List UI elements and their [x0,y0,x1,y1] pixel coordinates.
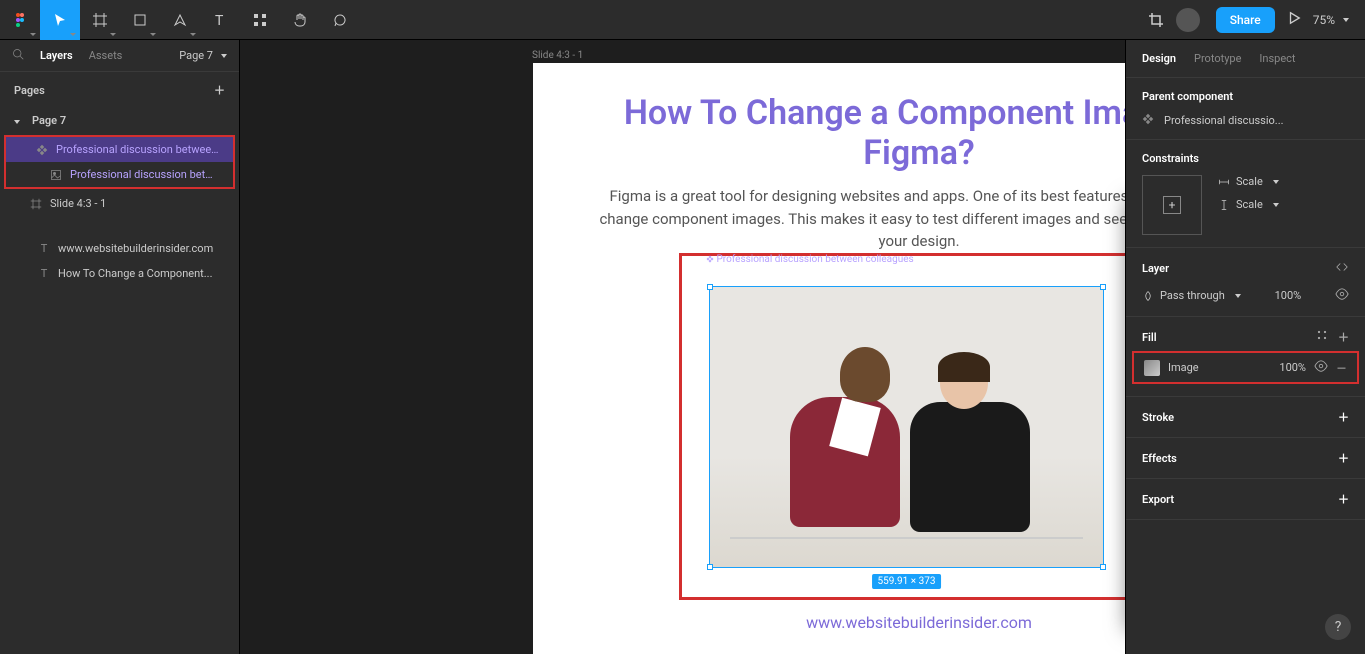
right-panel: Design Prototype Inspect Parent componen… [1125,40,1365,654]
illustration-person-2 [910,347,1050,547]
component-icon [1142,113,1156,127]
chevron-down-icon [14,114,24,127]
rectangle-icon [132,12,148,28]
fill-row[interactable]: Image 100% － [1132,351,1359,384]
illustration-person-1 [770,337,910,537]
frame-icon [92,12,108,28]
layer-text[interactable]: T How To Change a Component... [0,261,239,286]
horizontal-icon [1218,176,1230,188]
move-tool-button[interactable] [40,0,80,40]
inspect-tab[interactable]: Inspect [1259,52,1295,65]
layer-frame[interactable]: Slide 4:3 - 1 [0,191,239,216]
resize-handle[interactable] [1100,564,1106,570]
constraints-header: Constraints [1142,152,1349,165]
parent-component-header: Parent component [1142,90,1349,103]
user-avatar[interactable] [1176,8,1200,32]
blend-icon [1142,290,1154,302]
layer-settings-icon[interactable] [1335,260,1349,277]
zoom-dropdown[interactable]: 75% [1313,13,1349,27]
canvas[interactable]: Slide 4:3 - 1 How To Change a Component … [240,40,1125,654]
resize-handle[interactable] [707,564,713,570]
layer-component[interactable]: Professional discussion between ... [6,137,233,162]
shape-tool-button[interactable] [120,0,160,40]
main-menu-button[interactable] [0,0,40,40]
export-header: Export [1142,493,1174,506]
layer-image[interactable]: Professional discussion betwe... [6,162,233,187]
fill-visibility-toggle[interactable] [1314,359,1328,376]
left-panel: Layers Assets Page 7 Pages ＋ Page 7 Prof… [0,40,240,654]
hand-tool-button[interactable] [280,0,320,40]
pen-icon [172,12,188,28]
comment-tool-button[interactable] [320,0,360,40]
layers-tab[interactable]: Layers [40,49,73,62]
parent-component-link[interactable]: Professional discussio... [1142,113,1349,127]
pen-tool-button[interactable] [160,0,200,40]
add-effect-button[interactable]: ＋ [1338,450,1349,466]
help-button[interactable]: ? [1325,614,1351,640]
image-icon [50,169,62,181]
frame-label[interactable]: Slide 4:3 - 1 [532,50,583,61]
frame-icon [30,198,42,210]
resources-tool-button[interactable] [240,0,280,40]
layer-header: Layer [1142,262,1169,275]
resize-handle[interactable] [707,284,713,290]
constraint-h-dropdown[interactable]: Scale [1218,175,1279,188]
slide-url: www.websitebuilderinsider.com [533,613,1125,632]
page-item[interactable]: Page 7 [0,108,239,133]
style-icon[interactable] [1316,329,1328,345]
add-page-button[interactable]: ＋ [214,82,225,98]
text-icon: T [212,12,228,28]
crop-tool-button[interactable] [1136,0,1176,40]
constraints-widget[interactable]: + [1142,175,1202,235]
svg-text:T: T [215,13,224,28]
assets-tab[interactable]: Assets [89,49,123,62]
add-export-button[interactable]: ＋ [1338,491,1349,507]
text-layer-icon: T [38,243,50,255]
fill-opacity-input[interactable]: 100% [1279,361,1306,374]
resources-icon [252,12,268,28]
slide-title: How To Change a Component Image in Figma… [533,63,1125,185]
frame-tool-button[interactable] [80,0,120,40]
remove-fill-button[interactable]: － [1336,360,1347,376]
pages-header: Pages [14,84,45,97]
share-button[interactable]: Share [1216,7,1275,33]
comment-icon [332,12,348,28]
blend-mode-dropdown[interactable]: Pass through [1142,289,1241,302]
effects-header: Effects [1142,452,1177,465]
resize-handle[interactable] [1100,284,1106,290]
prototype-tab[interactable]: Prototype [1194,52,1241,65]
hand-icon [292,12,308,28]
search-icon[interactable] [12,48,24,63]
vertical-icon [1218,199,1230,211]
figma-logo-icon [12,12,28,28]
design-tab[interactable]: Design [1142,52,1176,65]
annotation-box: Professional discussion between colleagu… [679,253,1125,600]
layer-text[interactable]: T www.websitebuilderinsider.com [0,236,239,261]
component-icon [36,144,48,156]
constraint-v-dropdown[interactable]: Scale [1218,198,1279,211]
move-icon [52,12,68,28]
selection-dimensions: 559.91 × 373 [872,574,942,589]
slide-paragraph: Figma is a great tool for designing webs… [533,185,1125,253]
text-layer-icon: T [38,268,50,280]
text-tool-button[interactable]: T [200,0,240,40]
add-fill-button[interactable]: ＋ [1338,329,1349,345]
play-icon [1287,11,1301,25]
add-stroke-button[interactable]: ＋ [1338,409,1349,425]
present-button[interactable] [1287,11,1301,28]
layer-opacity-input[interactable]: 100% [1275,289,1302,302]
selected-image[interactable]: 559.91 × 373 [709,286,1104,568]
fill-swatch[interactable] [1144,360,1160,376]
stroke-header: Stroke [1142,411,1174,424]
instance-label: Professional discussion between colleagu… [706,254,914,265]
crop-icon [1148,12,1164,28]
visibility-toggle[interactable] [1335,287,1349,304]
page-selector[interactable]: Page 7 [179,49,227,62]
fill-header: Fill [1142,331,1157,344]
